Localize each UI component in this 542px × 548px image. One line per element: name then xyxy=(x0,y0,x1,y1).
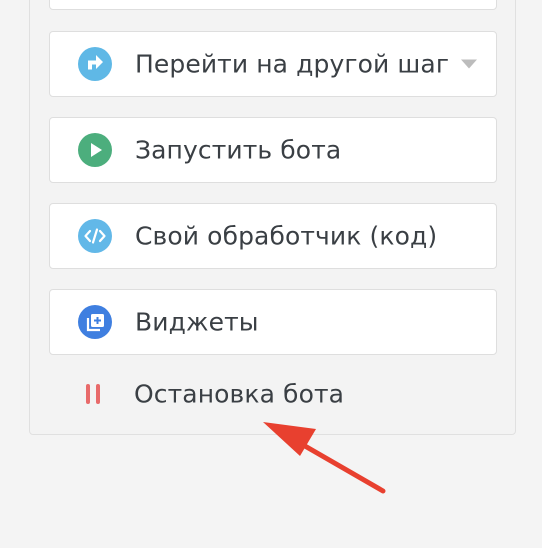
code-icon xyxy=(78,219,112,253)
action-custom-handler-label: Свой обработчик (код) xyxy=(135,221,438,251)
action-goto-step[interactable]: Перейти на другой шаг xyxy=(49,31,497,97)
action-widgets[interactable]: Виджеты xyxy=(49,289,497,355)
widget-add-icon xyxy=(78,305,112,339)
action-card-previous[interactable] xyxy=(49,0,497,10)
action-custom-handler[interactable]: Свой обработчик (код) xyxy=(49,203,497,269)
action-stop-bot-label: Остановка бота xyxy=(134,379,345,409)
play-icon xyxy=(78,133,112,167)
action-run-bot-label: Запустить бота xyxy=(135,135,342,165)
action-run-bot[interactable]: Запустить бота xyxy=(49,117,497,183)
pause-icon xyxy=(84,384,104,406)
chevron-down-icon[interactable] xyxy=(461,59,477,69)
action-stop-bot[interactable]: Остановка бота xyxy=(49,362,497,428)
action-widgets-label: Виджеты xyxy=(135,307,259,337)
goto-icon xyxy=(78,47,112,81)
action-goto-step-label: Перейти на другой шаг xyxy=(135,49,450,79)
